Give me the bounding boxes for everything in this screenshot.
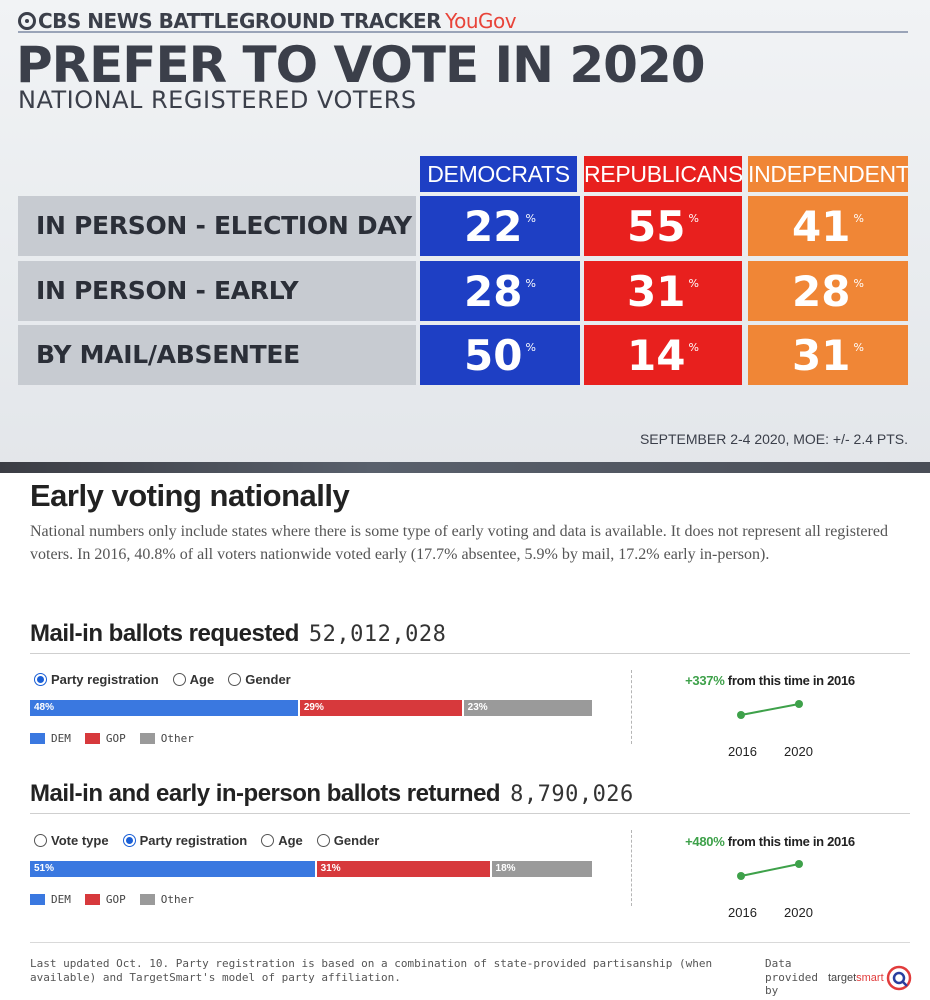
returned-count: 8,790,026 — [510, 782, 634, 807]
cell-early-gop: 31% — [584, 261, 742, 321]
footer-note: Last updated Oct. 10. Party registration… — [30, 957, 713, 984]
divider — [631, 670, 632, 744]
bar-segment-dem: 51% — [30, 861, 315, 877]
legend-item-gop: GOP — [84, 893, 126, 906]
sparkline-line — [740, 863, 800, 877]
returned-party-bar: 51% 31% 18% — [30, 861, 592, 877]
legend-swatch-dem — [30, 894, 45, 905]
row-label-mail: BY MAIL/ABSENTEE — [18, 325, 416, 385]
section-title: Early voting nationally — [30, 478, 350, 513]
cbs-battleground-graphic: CBS NEWS BATTLEGROUND TRACKER YouGov PREF… — [0, 0, 930, 473]
spark-year-2020: 2020 — [784, 905, 813, 920]
cell-early-ind: 28% — [748, 261, 908, 321]
requested-legend: DEM GOP Other — [30, 732, 194, 745]
bar-segment-other: 23% — [463, 700, 592, 716]
row-label-election-day: IN PERSON - ELECTION DAY — [18, 196, 416, 256]
spark-year-2016: 2016 — [728, 744, 757, 759]
radio-icon[interactable] — [316, 834, 330, 847]
cbs-logo: CBS NEWS BATTLEGROUND TRACKER YouGov — [18, 9, 517, 33]
legend-item-gop: GOP — [84, 732, 126, 745]
legend-item-dem: DEM — [30, 893, 71, 906]
filter-gender[interactable]: Gender — [316, 833, 379, 848]
yougov-logo: YouGov — [445, 9, 517, 33]
data-provided-by: Data provided by — [765, 957, 818, 997]
returned-change: +480% from this time in 2016 — [685, 834, 855, 849]
requested-filter-group: Party registration Age Gender — [34, 672, 291, 687]
section-intro: National numbers only include states whe… — [30, 523, 888, 563]
cell-mail-ind: 31% — [748, 325, 908, 385]
targetsmart-icon[interactable] — [886, 965, 912, 991]
targetsmart-logo[interactable]: targetsmart — [828, 972, 884, 984]
requested-sparkline — [737, 700, 803, 719]
footer-rule — [30, 942, 910, 943]
cbs-eye-icon — [18, 12, 36, 30]
cell-mail-gop: 14% — [584, 325, 742, 385]
column-header-independents: INDEPENDENTS — [748, 156, 908, 192]
legend-swatch-other — [139, 894, 155, 905]
cbs-brand: CBS NEWS BATTLEGROUND TRACKER — [38, 9, 442, 33]
sparkline-point-2020 — [795, 700, 803, 708]
sparkline-point-2020 — [795, 860, 803, 868]
returned-filter-group: Vote type Party registration Age Gender — [34, 833, 379, 848]
cbs-subtitle: NATIONAL REGISTERED VOTERS — [18, 86, 417, 114]
cbs-footer-date: SEPTEMBER 2-4 2020, MOE: +/- 2.4 PTS. — [639, 431, 908, 447]
legend-swatch-dem — [30, 733, 45, 744]
filter-age[interactable]: Age — [261, 833, 303, 848]
radio-selected-icon[interactable] — [122, 834, 136, 847]
spark-year-2016: 2016 — [728, 905, 757, 920]
radio-icon[interactable] — [228, 673, 242, 686]
legend-swatch-gop — [84, 894, 100, 905]
requested-party-bar: 48% 29% 23% — [30, 700, 592, 716]
cell-election-day-dem: 22% — [420, 196, 580, 256]
returned-title: Mail-in and early in-person ballots retu… — [30, 780, 501, 807]
sparkline-point-2016 — [737, 872, 745, 880]
cbs-bottom-bar — [0, 462, 930, 473]
legend-item-other: Other — [139, 732, 194, 745]
divider — [631, 830, 632, 906]
cell-mail-dem: 50% — [420, 325, 580, 385]
sparkline-point-2016 — [737, 711, 745, 719]
cbs-header-rule — [18, 31, 908, 33]
radio-selected-icon[interactable] — [34, 673, 47, 686]
column-header-democrats: DEMOCRATS — [420, 156, 577, 192]
legend-item-other: Other — [139, 893, 194, 906]
column-header-republicans: REPUBLICANS — [584, 156, 742, 192]
filter-gender[interactable]: Gender — [228, 672, 291, 687]
radio-icon[interactable] — [34, 834, 47, 847]
requested-title: Mail-in ballots requested — [30, 620, 299, 647]
returned-sparkline — [737, 860, 803, 880]
row-label-early: IN PERSON - EARLY — [18, 261, 416, 321]
cell-election-day-ind: 41% — [748, 196, 908, 256]
requested-change: +337% from this time in 2016 — [685, 673, 855, 688]
spark-year-2020: 2020 — [784, 744, 813, 759]
filter-age[interactable]: Age — [172, 672, 214, 687]
bar-segment-gop: 29% — [299, 700, 462, 716]
filter-vote-type[interactable]: Vote type — [34, 833, 109, 848]
radio-icon[interactable] — [172, 673, 186, 686]
legend-swatch-gop — [84, 733, 100, 744]
returned-header: Mail-in and early in-person ballots retu… — [30, 780, 910, 814]
bar-segment-dem: 48% — [30, 700, 298, 716]
requested-count: 52,012,028 — [308, 622, 447, 647]
legend-swatch-other — [139, 733, 155, 744]
bar-segment-other: 18% — [491, 861, 592, 877]
radio-icon[interactable] — [261, 834, 275, 847]
cell-early-dem: 28% — [420, 261, 580, 321]
bar-segment-gop: 31% — [316, 861, 490, 877]
filter-party-registration[interactable]: Party registration — [122, 833, 247, 848]
legend-item-dem: DEM — [30, 732, 71, 745]
returned-legend: DEM GOP Other — [30, 893, 194, 906]
cell-election-day-gop: 55% — [584, 196, 742, 256]
requested-header: Mail-in ballots requested 52,012,028 — [30, 620, 910, 654]
sparkline-line — [740, 703, 800, 716]
filter-party-registration[interactable]: Party registration — [34, 672, 159, 687]
